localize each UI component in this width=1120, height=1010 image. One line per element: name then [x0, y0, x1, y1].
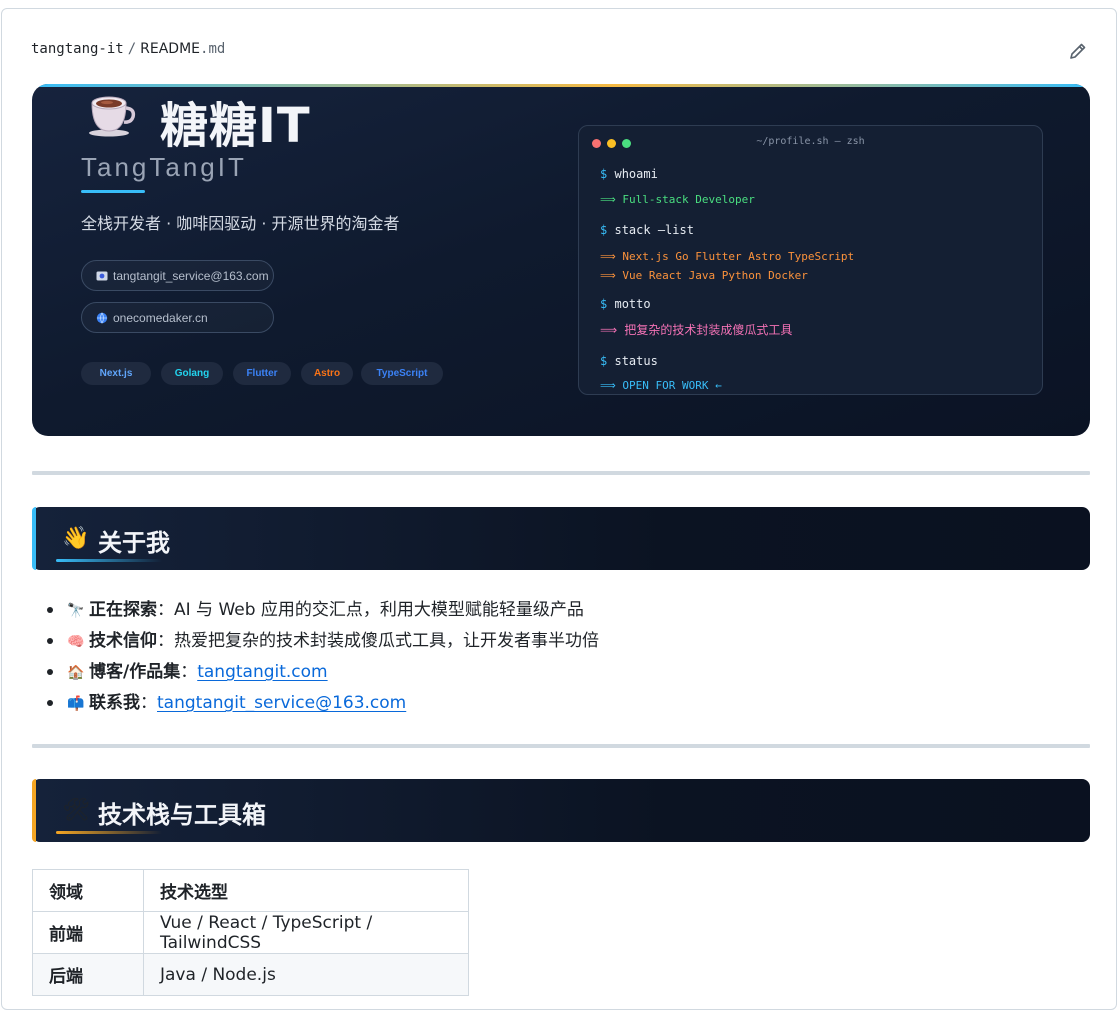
- brand-subtitle: TangTangIT: [81, 152, 247, 182]
- table-cell: 前端: [32, 911, 144, 954]
- terminal-output-stack-1: ⟹ Next.js Go Flutter Astro TypeScript: [600, 250, 855, 263]
- website-text: onecomedaker.cn: [113, 311, 208, 325]
- terminal-title: ~/profile.sh — zsh: [756, 136, 865, 147]
- coffee-cup-icon: [89, 96, 136, 137]
- terminal-cmd-stack: $ stack —list: [600, 223, 694, 237]
- about-section-header: 👋 关于我: [32, 507, 1090, 570]
- divider: [32, 471, 1090, 475]
- file-name: README: [140, 41, 201, 57]
- terminal-cmd-whoami: $ whoami: [600, 167, 658, 181]
- globe-icon: [96, 312, 108, 324]
- brand-title: 糖糖IT: [160, 98, 311, 154]
- item-key: 正在探索: [89, 600, 157, 620]
- about-list: 🔭 正在探索：AI 与 Web 应用的交汇点，利用大模型赋能轻量级产品 🧠 技术信仰…: [45, 597, 599, 721]
- list-item: 📫 联系我：tangtangit_service@163.com: [45, 690, 599, 721]
- tools-icon: 🛠: [62, 797, 90, 822]
- stack-section-header: 🛠 技术栈与工具箱: [32, 779, 1090, 842]
- section-underline: [56, 831, 162, 834]
- table-cell: Vue / React / TypeScript / TailwindCSS: [143, 911, 469, 954]
- item-key: 联系我: [89, 693, 140, 713]
- contact-email-link[interactable]: tangtangit_service@163.com: [157, 693, 406, 713]
- badge-flutter: Flutter: [233, 362, 291, 385]
- blog-link[interactable]: tangtangit.com: [197, 662, 327, 682]
- item-key: 博客/作品集: [89, 662, 181, 682]
- waving-hand-icon: 👋: [62, 525, 90, 550]
- table-cell: Java / Node.js: [143, 953, 469, 996]
- file-extension: .md: [200, 41, 226, 57]
- mail-icon: [96, 271, 108, 281]
- badge-typescript: TypeScript: [361, 362, 443, 385]
- item-text: AI 与 Web 应用的交汇点，利用大模型赋能轻量级产品: [174, 600, 584, 620]
- tagline: 全栈开发者 · 咖啡因驱动 · 开源世界的淘金者: [81, 214, 400, 233]
- badge-astro: Astro: [301, 362, 353, 385]
- table-cell: 后端: [32, 953, 144, 996]
- badge-golang: Golang: [161, 362, 223, 385]
- list-item: 🔭 正在探索：AI 与 Web 应用的交汇点，利用大模型赋能轻量级产品: [45, 597, 599, 628]
- section-underline: [56, 559, 162, 562]
- terminal-window: ~/profile.sh — zsh $ whoami ⟹ Full-stack…: [578, 125, 1043, 395]
- terminal-output-motto: ⟹ 把复杂的技术封装成傻瓜式工具: [600, 323, 793, 337]
- terminal-cmd-status: $ status: [600, 354, 658, 368]
- mailbox-icon: 📫: [67, 696, 85, 712]
- badge-nextjs: Next.js: [81, 362, 151, 385]
- list-item: 🧠 技术信仰：热爱把复杂的技术封装成傻瓜式工具，让开发者事半功倍: [45, 628, 599, 659]
- table-header: 技术选型: [143, 869, 469, 912]
- breadcrumb-separator: /: [127, 41, 137, 57]
- email-pill[interactable]: tangtangit_service@163.com: [81, 260, 274, 291]
- terminal-output-stack-2: ⟹ Vue React Java Python Docker: [600, 269, 808, 282]
- item-text: 热爱把复杂的技术封装成傻瓜式工具，让开发者事半功倍: [174, 631, 599, 651]
- divider: [32, 744, 1090, 748]
- terminal-cmd-motto: $ motto: [600, 297, 651, 311]
- about-title: 关于我: [98, 529, 170, 557]
- pencil-icon[interactable]: [1068, 41, 1088, 61]
- list-item: 🏠 博客/作品集：tangtangit.com: [45, 659, 599, 690]
- email-text: tangtangit_service@163.com: [113, 269, 269, 283]
- telescope-icon: 🔭: [67, 603, 85, 619]
- table-header-row: 领域 技术选型: [32, 869, 469, 912]
- terminal-output-status: ⟹ OPEN FOR WORK ←: [600, 379, 722, 392]
- subtitle-underline: [81, 190, 145, 193]
- table-row: 后端 Java / Node.js: [32, 953, 469, 996]
- file-breadcrumb: tangtang-it / README.md: [31, 41, 225, 57]
- table-row: 前端 Vue / React / TypeScript / TailwindCS…: [32, 911, 469, 954]
- brain-icon: 🧠: [67, 634, 85, 650]
- stack-title: 技术栈与工具箱: [98, 801, 266, 829]
- section-accent-bar: [32, 507, 36, 570]
- stack-table: 领域 技术选型 前端 Vue / React / TypeScript / Ta…: [32, 869, 469, 996]
- terminal-output-whoami: ⟹ Full-stack Developer: [600, 193, 755, 206]
- repo-link[interactable]: tangtang-it: [31, 41, 124, 57]
- house-icon: 🏠: [67, 665, 85, 681]
- table-header: 领域: [32, 869, 144, 912]
- section-accent-bar: [32, 779, 36, 842]
- website-pill[interactable]: onecomedaker.cn: [81, 302, 274, 333]
- item-key: 技术信仰: [89, 631, 157, 651]
- profile-banner: 糖糖IT TangTangIT 全栈开发者 · 咖啡因驱动 · 开源世界的淘金者…: [32, 84, 1090, 436]
